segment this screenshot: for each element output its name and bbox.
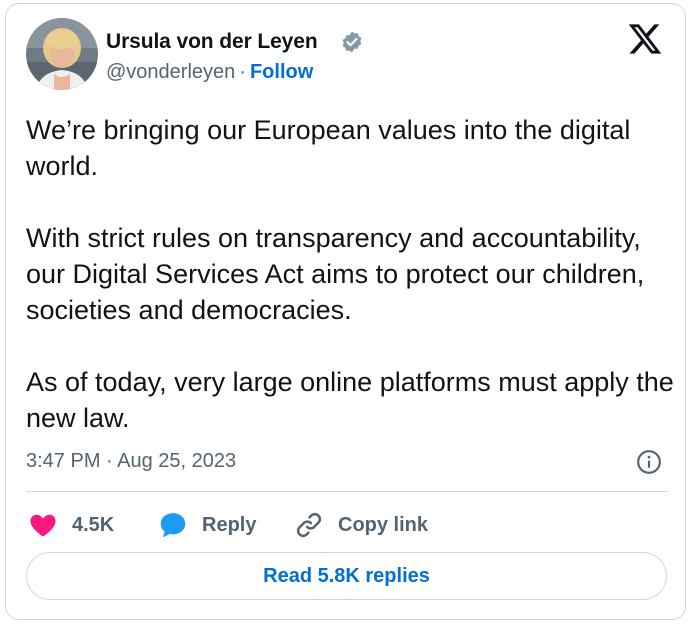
copy-link-button[interactable]: Copy link [294, 508, 428, 542]
divider [26, 491, 667, 492]
speech-bubble-icon [160, 513, 186, 538]
verified-badge-icon [342, 31, 362, 53]
tweet-text: We’re bringing our European values into … [26, 112, 676, 436]
tweet-card: Ursula von der Leyen @vonderleyen · Follow… [5, 3, 686, 620]
author-handle[interactable]: @vonderleyen [106, 61, 235, 83]
link-icon [296, 512, 322, 538]
author-name[interactable]: Ursula von der Leyen [106, 30, 318, 54]
x-logo-icon[interactable] [627, 21, 663, 57]
tweet-paragraph: As of today, very large online platforms… [26, 367, 674, 433]
read-replies-button[interactable]: Read 5.8K replies [26, 552, 667, 600]
like-button[interactable]: 4.5K [28, 508, 114, 542]
avatar[interactable] [26, 18, 98, 90]
copy-link-label: Copy link [338, 513, 429, 536]
separator-dot: · [239, 61, 246, 83]
follow-link[interactable]: Follow [250, 61, 313, 83]
handle-row: @vonderleyen · Follow [106, 61, 313, 84]
reply-button[interactable]: Reply [158, 508, 256, 542]
heart-icon [30, 514, 56, 537]
like-count: 4.5K [72, 513, 115, 536]
tweet-paragraph: We’re bringing our European values into … [26, 115, 631, 181]
reply-label: Reply [202, 513, 257, 536]
tweet-timestamp[interactable]: 3:47 PM · Aug 25, 2023 [26, 450, 236, 473]
tweet-paragraph: With strict rules on transparency and ac… [26, 223, 645, 325]
info-icon[interactable] [636, 449, 662, 475]
